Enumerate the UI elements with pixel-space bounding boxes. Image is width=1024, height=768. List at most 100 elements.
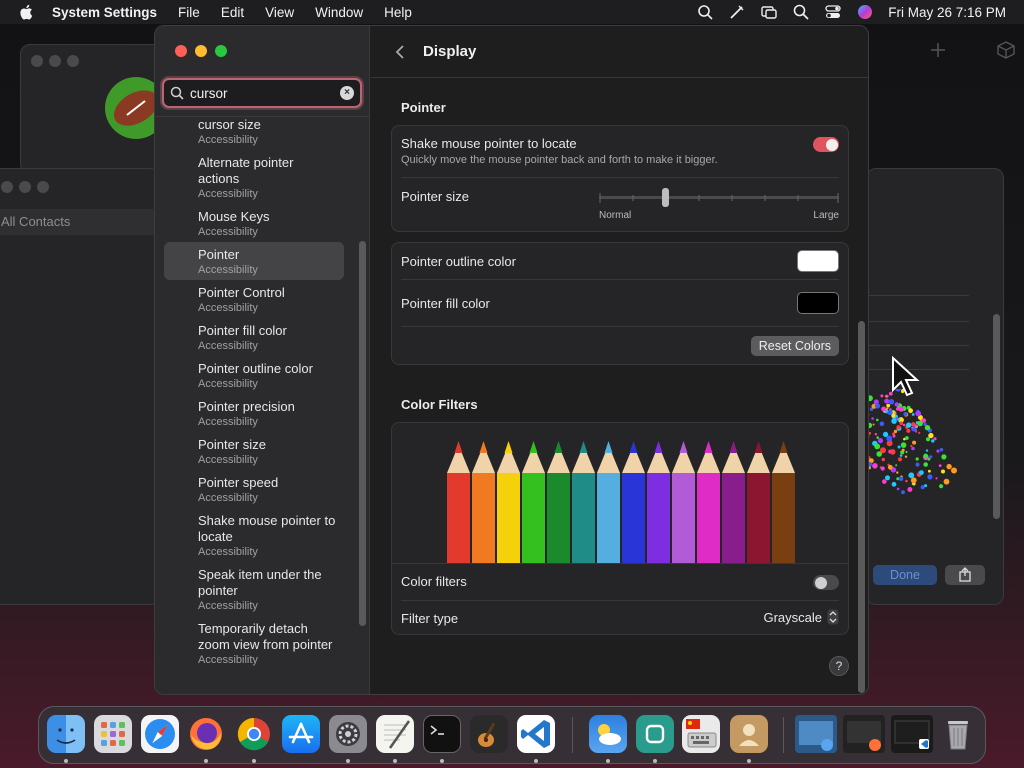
garageband-icon[interactable] — [470, 715, 508, 753]
pointer-size-slider[interactable] — [599, 188, 839, 208]
particle — [879, 421, 885, 427]
particle — [896, 425, 901, 430]
close-dot[interactable] — [31, 55, 43, 67]
share-button[interactable] — [945, 565, 985, 585]
pencil — [697, 473, 720, 563]
minimize-dot[interactable] — [49, 55, 61, 67]
teal-app-icon[interactable] — [636, 715, 674, 753]
particle — [943, 478, 950, 485]
finder-window-thumbnail[interactable] — [795, 715, 837, 753]
slider-thumb[interactable] — [662, 188, 669, 207]
keyboard-input-icon[interactable] — [682, 715, 720, 753]
window-dot[interactable] — [1, 181, 13, 193]
search-field[interactable]: cursor × — [162, 78, 362, 108]
menu-app-name[interactable]: System Settings — [52, 5, 157, 20]
pen-status-icon[interactable] — [728, 3, 746, 21]
result-title: Shake mouse pointer to locate — [198, 513, 336, 544]
cube-icon[interactable] — [997, 41, 1015, 59]
window-dot[interactable] — [19, 181, 31, 193]
vscode-window-thumbnail[interactable] — [891, 715, 933, 753]
clear-search-icon[interactable]: × — [340, 86, 354, 100]
terminal-icon[interactable] — [423, 715, 461, 753]
safari-icon[interactable] — [141, 715, 179, 753]
search-result[interactable]: Pointer Control Accessibility — [164, 285, 344, 315]
vscode-icon[interactable] — [517, 715, 555, 753]
sidebar-scrollbar[interactable] — [359, 241, 366, 626]
search-result[interactable]: Mouse Keys Accessibility — [164, 209, 344, 239]
apple-menu-icon[interactable] — [18, 3, 36, 21]
app-store-icon[interactable] — [282, 715, 320, 753]
weather-icon[interactable] — [589, 715, 627, 753]
close-button[interactable] — [175, 45, 187, 57]
color-filters-toggle[interactable] — [813, 575, 839, 590]
particle — [896, 471, 899, 474]
search-result[interactable]: Pointer size Accessibility — [164, 437, 344, 467]
firefox-icon[interactable] — [187, 715, 225, 753]
divider — [401, 279, 839, 280]
slider-max-label: Large — [813, 210, 839, 221]
window-dot[interactable] — [37, 181, 49, 193]
help-button[interactable]: ? — [829, 656, 849, 676]
outline-color-well[interactable] — [797, 250, 839, 272]
search-result-selected[interactable]: Pointer Accessibility — [164, 242, 344, 280]
search-result[interactable]: Pointer speed Accessibility — [164, 475, 344, 505]
search-result[interactable]: Pointer fill color Accessibility — [164, 323, 344, 353]
siri-icon[interactable] — [856, 3, 874, 21]
spotlight-search-icon[interactable] — [792, 3, 810, 21]
menu-file[interactable]: File — [178, 5, 200, 20]
search-result[interactable]: Pointer outline color Accessibility — [164, 361, 344, 391]
particle — [892, 434, 896, 438]
divider — [401, 600, 839, 601]
menu-edit[interactable]: Edit — [221, 5, 244, 20]
search-result[interactable]: Alternate pointer actions Accessibility — [164, 155, 324, 201]
filter-type-value: Grayscale — [763, 609, 822, 625]
search-result[interactable]: Temporarily detach zoom view from pointe… — [164, 621, 334, 667]
search-result[interactable]: Pointer precision Accessibility — [164, 399, 344, 429]
contacts-icon[interactable] — [730, 715, 768, 753]
particle — [924, 484, 928, 488]
particle — [928, 432, 934, 439]
all-contacts-label[interactable]: All Contacts — [1, 214, 70, 229]
zoom-status-icon[interactable] — [696, 3, 714, 21]
minimize-button[interactable] — [195, 45, 207, 57]
zoom-button[interactable] — [215, 45, 227, 57]
search-input[interactable]: cursor — [190, 86, 228, 101]
menu-help[interactable]: Help — [384, 5, 412, 20]
trash-icon[interactable] — [939, 715, 977, 753]
pencil — [647, 473, 670, 563]
filter-type-popup[interactable]: Grayscale — [763, 609, 839, 625]
background-window-right[interactable]: Done — [849, 168, 1004, 605]
textedit-icon[interactable] — [376, 715, 414, 753]
zoom-dot[interactable] — [67, 55, 79, 67]
menu-view[interactable]: View — [265, 5, 294, 20]
fill-color-well[interactable] — [797, 292, 839, 314]
screen-mirroring-icon[interactable] — [760, 3, 778, 21]
particle — [882, 479, 887, 484]
updown-chevron-icon — [827, 609, 839, 625]
system-settings-icon[interactable] — [329, 715, 367, 753]
chrome-icon[interactable] — [235, 715, 273, 753]
finder-icon[interactable] — [47, 715, 85, 753]
menu-window[interactable]: Window — [315, 5, 363, 20]
search-result[interactable]: cursor size Accessibility — [164, 117, 344, 147]
back-button[interactable] — [385, 37, 415, 67]
reset-colors-button[interactable]: Reset Colors — [750, 336, 839, 356]
background-window-game[interactable] — [20, 44, 170, 174]
search-result[interactable]: Shake mouse pointer to locate Accessibil… — [164, 513, 344, 559]
search-result[interactable]: Speak item under the pointer Accessibili… — [164, 567, 324, 613]
shake-toggle[interactable] — [813, 137, 839, 152]
pencil — [622, 473, 645, 563]
sidebar: cursor × cursor size Accessibility Alter… — [155, 26, 370, 694]
done-button[interactable]: Done — [873, 565, 937, 585]
pencil-tip — [504, 441, 513, 453]
particle — [891, 481, 897, 487]
background-window-contacts[interactable]: All Contacts — [0, 168, 160, 605]
firefox-window-thumbnail[interactable] — [843, 715, 885, 753]
result-title: Pointer Control — [198, 285, 285, 300]
particle — [895, 464, 898, 467]
plus-icon[interactable] — [930, 42, 946, 58]
launchpad-icon[interactable] — [94, 715, 132, 753]
menu-clock[interactable]: Fri May 26 7:16 PM — [888, 5, 1006, 20]
detail-scrollbar[interactable] — [858, 321, 865, 693]
control-center-icon[interactable] — [824, 3, 842, 21]
